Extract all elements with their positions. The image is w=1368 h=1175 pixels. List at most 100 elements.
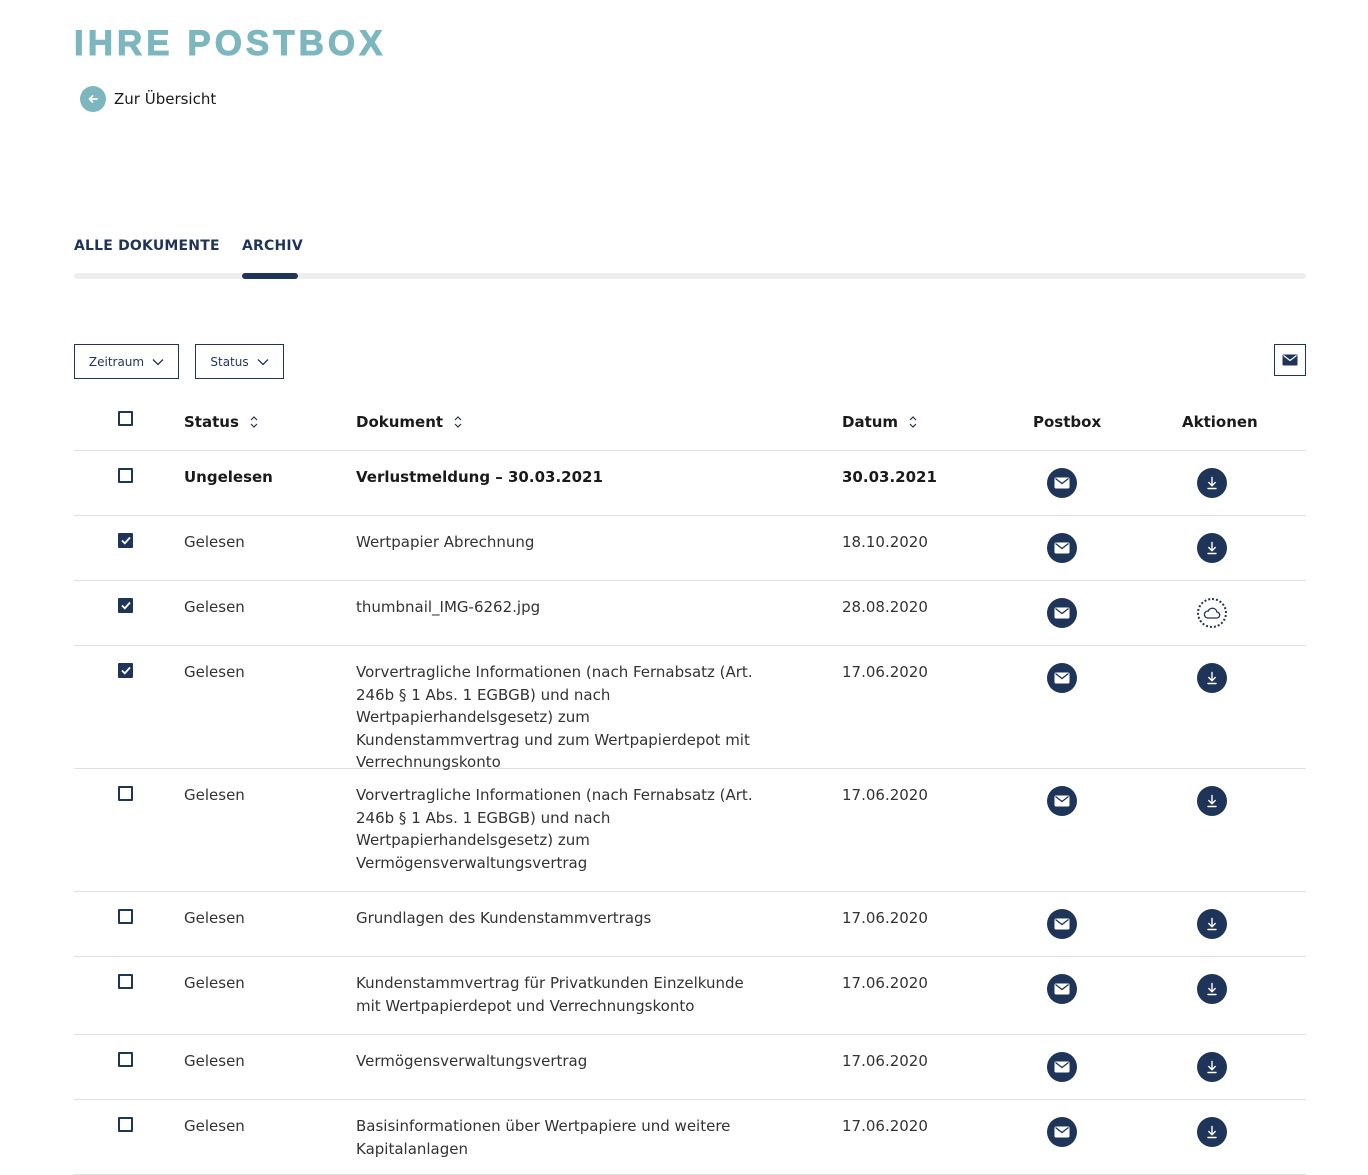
cloud-icon[interactable] bbox=[1197, 598, 1227, 628]
select-all-checkbox[interactable] bbox=[118, 411, 133, 426]
row-checkbox[interactable] bbox=[118, 974, 133, 989]
row-action-cell bbox=[1197, 786, 1227, 816]
row-date: 17.06.2020 bbox=[842, 974, 928, 992]
row-select-cell bbox=[118, 786, 133, 801]
envelope-icon[interactable] bbox=[1047, 1117, 1077, 1147]
table-row[interactable]: Gelesen Basisinformationen über Wertpapie… bbox=[74, 1100, 1306, 1175]
row-action-cell bbox=[1197, 1052, 1227, 1082]
row-select-cell bbox=[118, 909, 133, 924]
download-icon[interactable] bbox=[1197, 974, 1227, 1004]
row-action-cell bbox=[1197, 974, 1227, 1004]
table-row[interactable]: Ungelesen Verlustmeldung – 30.03.2021 30.0… bbox=[74, 451, 1306, 516]
envelope-icon[interactable] bbox=[1047, 1052, 1077, 1082]
row-action-cell bbox=[1197, 533, 1227, 563]
row-action-cell bbox=[1197, 468, 1227, 498]
row-action-cell bbox=[1197, 663, 1227, 693]
download-icon[interactable] bbox=[1197, 786, 1227, 816]
row-document-name[interactable]: Basisinformationen über Wertpapiere und … bbox=[356, 1115, 756, 1160]
sort-icon bbox=[909, 416, 917, 429]
download-icon[interactable] bbox=[1197, 468, 1227, 498]
row-status: Gelesen bbox=[184, 1052, 245, 1070]
row-select-cell bbox=[118, 1117, 133, 1132]
column-header-status[interactable]: Status bbox=[184, 411, 259, 434]
row-status: Gelesen bbox=[184, 974, 245, 992]
table-body: Ungelesen Verlustmeldung – 30.03.2021 30.0… bbox=[74, 451, 1306, 1175]
row-checkbox[interactable] bbox=[118, 533, 133, 548]
row-postbox-cell bbox=[1047, 786, 1077, 816]
row-checkbox[interactable] bbox=[118, 598, 133, 613]
envelope-icon bbox=[1282, 354, 1298, 366]
column-header-dokument[interactable]: Dokument bbox=[356, 411, 756, 434]
chevron-down-icon bbox=[152, 358, 164, 365]
row-select-cell bbox=[118, 468, 133, 483]
row-postbox-cell bbox=[1047, 598, 1077, 628]
row-document-name[interactable]: Vermögensverwaltungsvertrag bbox=[356, 1050, 756, 1073]
download-icon[interactable] bbox=[1197, 1117, 1227, 1147]
row-postbox-cell bbox=[1047, 1117, 1077, 1147]
column-header-datum[interactable]: Datum bbox=[842, 411, 918, 434]
row-document-name[interactable]: thumbnail_IMG-6262.jpg bbox=[356, 596, 756, 619]
table-row[interactable]: Gelesen Vorvertragliche Informationen (na… bbox=[74, 769, 1306, 892]
row-action-cell bbox=[1197, 1117, 1227, 1147]
row-checkbox[interactable] bbox=[118, 1117, 133, 1132]
table-row[interactable]: Gelesen Kundenstammvertrag für Privatkund… bbox=[74, 957, 1306, 1035]
row-date: 18.10.2020 bbox=[842, 533, 928, 551]
row-postbox-cell bbox=[1047, 533, 1077, 563]
back-link-label: Zur Übersicht bbox=[114, 90, 217, 108]
arrow-left-icon bbox=[80, 86, 106, 112]
row-postbox-cell bbox=[1047, 663, 1077, 693]
row-select-cell bbox=[118, 598, 133, 613]
filter-status-label: Status bbox=[210, 354, 249, 369]
row-document-name[interactable]: Verlustmeldung – 30.03.2021 bbox=[356, 466, 756, 489]
column-header-datum-label: Datum bbox=[842, 413, 899, 431]
row-action-cell bbox=[1197, 909, 1227, 939]
table-row[interactable]: Gelesen Vermögensverwaltungsvertrag 17.06.… bbox=[74, 1035, 1306, 1100]
envelope-icon[interactable] bbox=[1047, 598, 1077, 628]
row-document-name[interactable]: Kundenstammvertrag für Privatkunden Einz… bbox=[356, 972, 756, 1017]
tab-alle-dokumente[interactable]: ALLE DOKUMENTE bbox=[74, 238, 220, 254]
row-checkbox[interactable] bbox=[118, 468, 133, 483]
row-status: Ungelesen bbox=[184, 468, 273, 486]
envelope-icon[interactable] bbox=[1047, 533, 1077, 563]
envelope-icon[interactable] bbox=[1047, 663, 1077, 693]
send-mail-button[interactable] bbox=[1274, 344, 1306, 376]
table-row[interactable]: Gelesen Wertpapier Abrechnung 18.10.2020 bbox=[74, 516, 1306, 581]
envelope-icon[interactable] bbox=[1047, 974, 1077, 1004]
back-to-overview-link[interactable]: Zur Übersicht bbox=[80, 86, 216, 112]
chevron-down-icon bbox=[257, 358, 269, 365]
filter-status-dropdown[interactable]: Status bbox=[195, 344, 284, 379]
filter-zeitraum-label: Zeitraum bbox=[88, 354, 145, 369]
envelope-icon[interactable] bbox=[1047, 909, 1077, 939]
download-icon[interactable] bbox=[1197, 909, 1227, 939]
column-header-postbox: Postbox bbox=[1033, 413, 1102, 431]
row-document-name[interactable]: Vorvertragliche Informationen (nach Fern… bbox=[356, 784, 756, 874]
download-icon[interactable] bbox=[1197, 1052, 1227, 1082]
row-document-name[interactable]: Grundlagen des Kundenstammvertrags bbox=[356, 907, 756, 930]
row-checkbox[interactable] bbox=[118, 909, 133, 924]
table-row[interactable]: Gelesen thumbnail_IMG-6262.jpg 28.08.2020 bbox=[74, 581, 1306, 646]
table-row[interactable]: Gelesen Grundlagen des Kundenstammvertrag… bbox=[74, 892, 1306, 957]
row-date: 28.08.2020 bbox=[842, 598, 928, 616]
row-checkbox[interactable] bbox=[118, 786, 133, 801]
row-checkbox[interactable] bbox=[118, 663, 133, 678]
row-status: Gelesen bbox=[184, 663, 245, 681]
row-date: 17.06.2020 bbox=[842, 786, 928, 804]
tab-archiv[interactable]: ARCHIV bbox=[242, 238, 303, 254]
download-icon[interactable] bbox=[1197, 663, 1227, 693]
column-header-dokument-label: Dokument bbox=[356, 413, 444, 431]
row-select-cell bbox=[118, 663, 133, 678]
table-header-row: Status Dokument Datum Postbox Aktionen bbox=[74, 396, 1306, 451]
envelope-icon[interactable] bbox=[1047, 468, 1077, 498]
row-postbox-cell bbox=[1047, 1052, 1077, 1082]
row-checkbox[interactable] bbox=[118, 1052, 133, 1067]
documents-table: Status Dokument Datum Postbox Aktionen U… bbox=[74, 396, 1306, 1175]
row-document-name[interactable]: Wertpapier Abrechnung bbox=[356, 531, 756, 554]
row-date: 17.06.2020 bbox=[842, 1117, 928, 1135]
envelope-icon[interactable] bbox=[1047, 786, 1077, 816]
row-postbox-cell bbox=[1047, 468, 1077, 498]
table-row[interactable]: Gelesen Vorvertragliche Informationen (na… bbox=[74, 646, 1306, 771]
row-document-name[interactable]: Vorvertragliche Informationen (nach Fern… bbox=[356, 661, 756, 774]
filter-zeitraum-dropdown[interactable]: Zeitraum bbox=[74, 344, 179, 379]
download-icon[interactable] bbox=[1197, 533, 1227, 563]
row-date: 17.06.2020 bbox=[842, 1052, 928, 1070]
